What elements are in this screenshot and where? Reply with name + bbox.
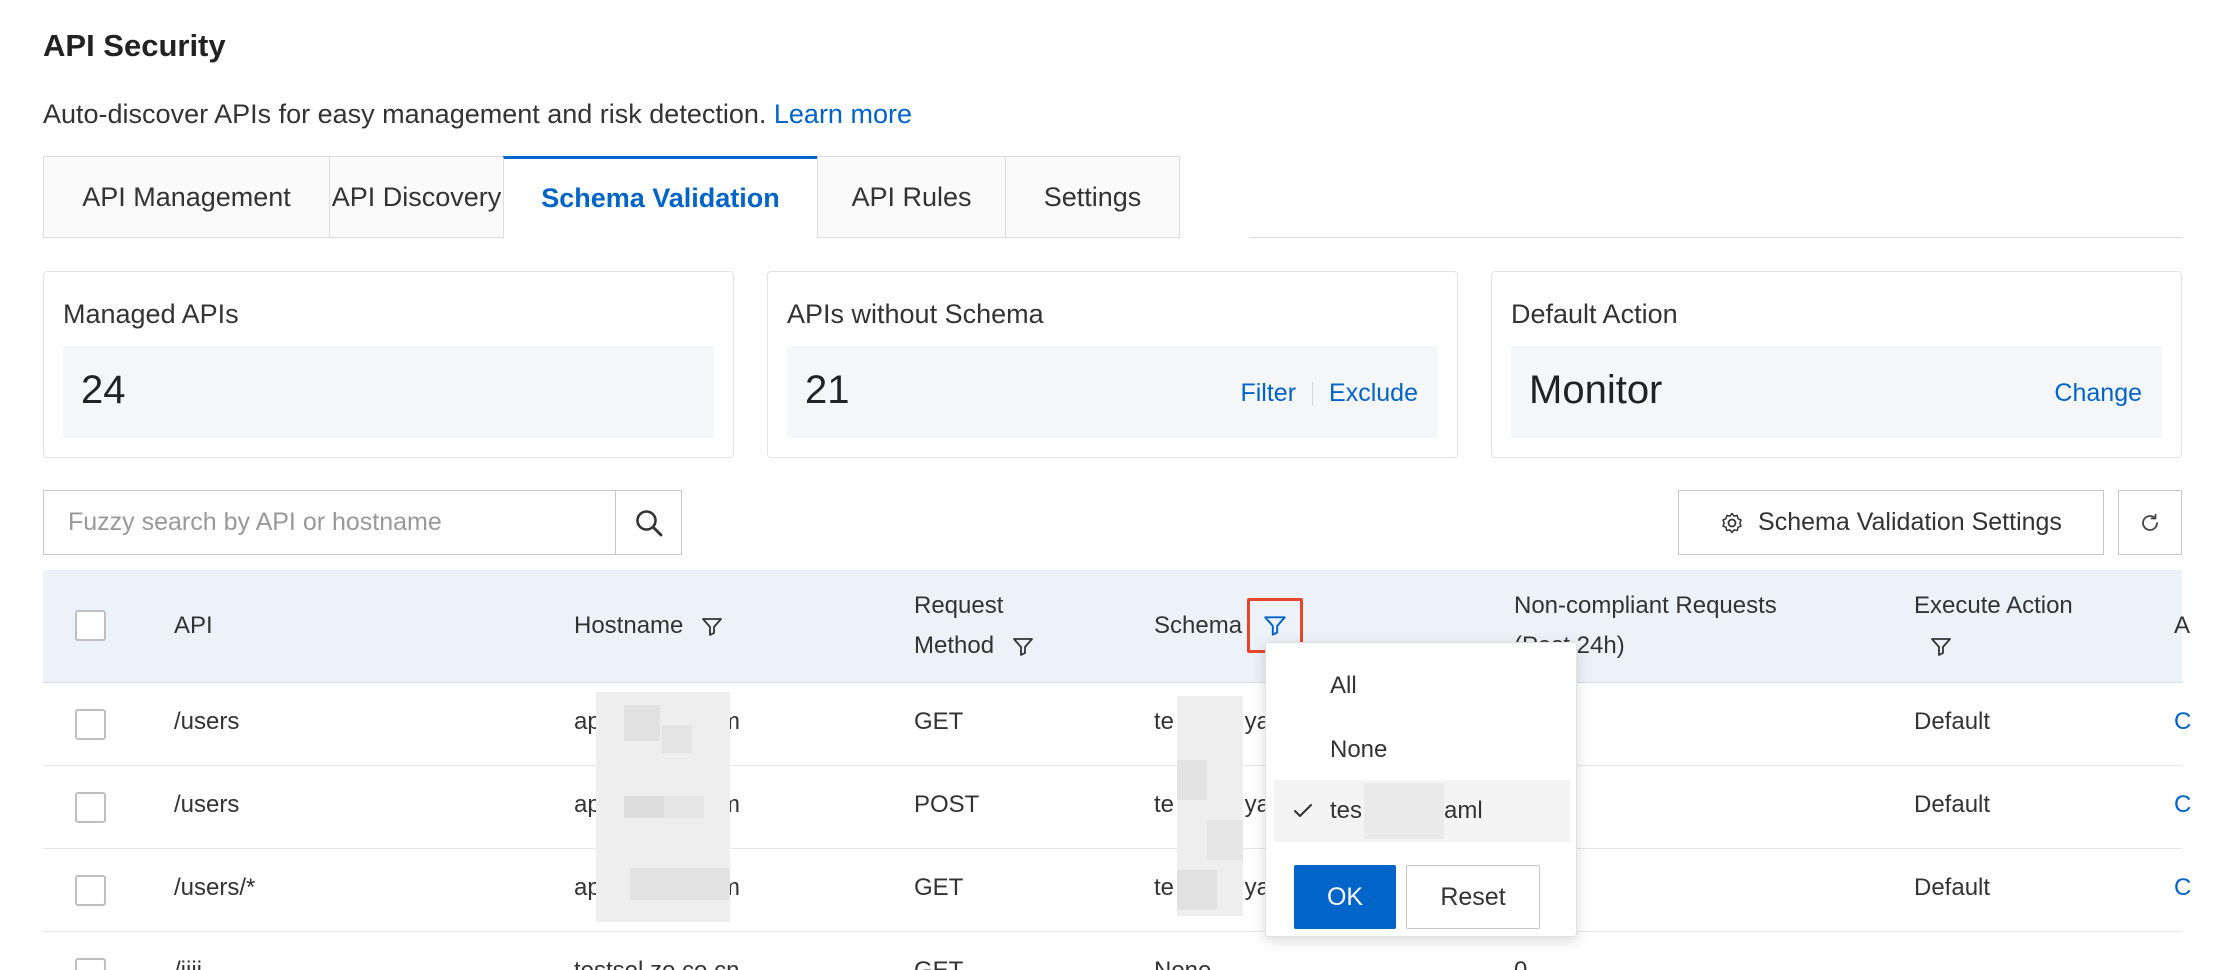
noncompliant-header-line1: Non-compliant Requests xyxy=(1514,592,1777,619)
noncompliant-count: 0 xyxy=(1514,957,1527,970)
request-method: GET xyxy=(914,708,964,735)
select-all-checkbox[interactable] xyxy=(75,610,106,641)
execute-action: Default xyxy=(1914,708,1991,735)
schema-start: te xyxy=(1154,874,1175,901)
row-action-link[interactable]: C xyxy=(2174,791,2191,819)
card-apis-without-schema: APIs without Schema 21 Filter Exclude xyxy=(767,271,1458,458)
execute-action-filter-wrap xyxy=(1914,626,2073,666)
column-header-schema: Schema xyxy=(1154,612,1243,639)
row-action-link[interactable]: C xyxy=(2174,708,2191,736)
refresh-button[interactable] xyxy=(2118,490,2182,555)
api-path: /users xyxy=(174,791,240,818)
tab-api-discovery[interactable]: API Discovery xyxy=(329,156,503,238)
request-method-header-label: Method xyxy=(914,632,995,659)
card-value-panel: 21 Filter Exclude xyxy=(787,346,1438,438)
option-label-end: aml xyxy=(1444,797,1483,824)
exclude-link[interactable]: Exclude xyxy=(1329,379,1418,408)
card-managed-apis: Managed APIs 24 xyxy=(43,271,734,458)
column-header-execute-action: Execute Action xyxy=(1914,586,2073,666)
search-placeholder: Fuzzy search by API or hostname xyxy=(68,508,442,536)
request-method: GET xyxy=(914,957,963,970)
filter-option-all[interactable]: All xyxy=(1274,655,1570,717)
filter-link[interactable]: Filter xyxy=(1240,379,1296,408)
card-value-panel: Monitor Change xyxy=(1511,346,2162,438)
request-method-header-line2: Method xyxy=(914,626,1035,666)
default-action-value: Monitor xyxy=(1529,368,1663,412)
execute-action-filter-icon[interactable] xyxy=(1929,635,1953,659)
learn-more-link[interactable]: Learn more xyxy=(774,99,912,129)
tab-api-management[interactable]: API Management xyxy=(43,156,329,238)
change-link[interactable]: Change xyxy=(2054,379,2142,408)
managed-apis-count: 24 xyxy=(81,368,126,412)
api-path: /iiii xyxy=(174,957,202,970)
row-checkbox[interactable] xyxy=(75,792,106,823)
ok-button[interactable]: OK xyxy=(1294,865,1396,929)
settings-button-label: Schema Validation Settings xyxy=(1758,508,2062,536)
api-path: /users xyxy=(174,708,240,735)
table-row: /users/* apom GET te.ya Default C xyxy=(43,850,2191,932)
subtitle-text: Auto-discover APIs for easy management a… xyxy=(43,99,767,129)
card-actions: Filter Exclude xyxy=(1240,379,1418,408)
schema-validation-settings-button[interactable]: Schema Validation Settings xyxy=(1678,490,2104,555)
request-method: POST xyxy=(914,791,980,818)
refresh-icon xyxy=(2142,513,2158,531)
page-title: API Security xyxy=(43,28,226,63)
table-row: /iiii testsel.zo.co.cn GET None 0 xyxy=(43,933,2182,970)
redacted-gap xyxy=(1364,783,1445,839)
search-button[interactable] xyxy=(615,490,682,555)
tabs-divider xyxy=(1250,237,2182,238)
option-label: All xyxy=(1330,672,1357,699)
filter-option-none[interactable]: None xyxy=(1274,719,1570,781)
row-checkbox[interactable] xyxy=(75,958,106,970)
schema-filter-icon xyxy=(1264,615,1286,636)
apis-without-schema-count: 21 xyxy=(805,368,850,412)
filter-option-schema-file[interactable]: tes aml xyxy=(1274,780,1570,842)
card-actions: Change xyxy=(2054,379,2142,408)
tab-settings[interactable]: Settings xyxy=(1005,156,1180,238)
gear-icon xyxy=(1722,512,1742,533)
option-label-start: tes xyxy=(1330,797,1363,824)
card-default-action: Default Action Monitor Change xyxy=(1491,271,2182,458)
execute-action: Default xyxy=(1914,791,1991,818)
row-action-link[interactable]: C xyxy=(2174,874,2191,902)
tab-api-rules[interactable]: API Rules xyxy=(817,156,1005,238)
column-header-truncated: A xyxy=(2174,612,2191,639)
card-title: Managed APIs xyxy=(63,299,239,329)
tab-bar: API Management API Discovery Schema Vali… xyxy=(43,156,1180,238)
table-row: /users apom POST te.ya Default C xyxy=(43,767,2191,849)
table-header: API Hostname Request Method Schema Non-c… xyxy=(43,570,2190,683)
page-subtitle: Auto-discover APIs for easy management a… xyxy=(43,99,912,130)
search-input[interactable]: Fuzzy search by API or hostname xyxy=(43,490,616,555)
column-header-request-method: Request Method xyxy=(914,586,1035,666)
table-row: /users apom GET te.ya Default C xyxy=(43,684,2191,766)
hostname-cell: testsel.zo.co.cn xyxy=(574,957,739,970)
api-path: /users/* xyxy=(174,874,256,901)
option-label: None xyxy=(1330,736,1388,763)
request-method: GET xyxy=(914,874,964,901)
checkmark-icon xyxy=(1294,804,1312,817)
card-title: APIs without Schema xyxy=(787,299,1044,329)
column-header-api: API xyxy=(174,612,213,639)
request-method-filter-icon[interactable] xyxy=(1011,635,1035,659)
execute-action-header-label: Execute Action xyxy=(1914,592,2073,619)
row-checkbox[interactable] xyxy=(75,875,106,906)
execute-action: Default xyxy=(1914,874,1991,901)
hostname-header-label: Hostname xyxy=(574,612,684,639)
card-value-panel: 24 xyxy=(63,346,714,438)
divider xyxy=(1312,381,1314,406)
schema-filter-dropdown: All None tes aml OK Reset xyxy=(1265,642,1577,937)
column-header-hostname: Hostname xyxy=(574,606,724,646)
schema-start: te xyxy=(1154,708,1175,735)
schema-cell: None xyxy=(1154,957,1211,970)
hostname-filter-icon[interactable] xyxy=(700,615,724,639)
request-method-header-line1: Request xyxy=(914,592,1004,619)
schema-start: te xyxy=(1154,791,1175,818)
tab-schema-validation[interactable]: Schema Validation xyxy=(503,156,817,238)
reset-button[interactable]: Reset xyxy=(1406,865,1540,929)
search-icon xyxy=(635,509,662,536)
card-title: Default Action xyxy=(1511,299,1678,329)
row-checkbox[interactable] xyxy=(75,709,106,740)
